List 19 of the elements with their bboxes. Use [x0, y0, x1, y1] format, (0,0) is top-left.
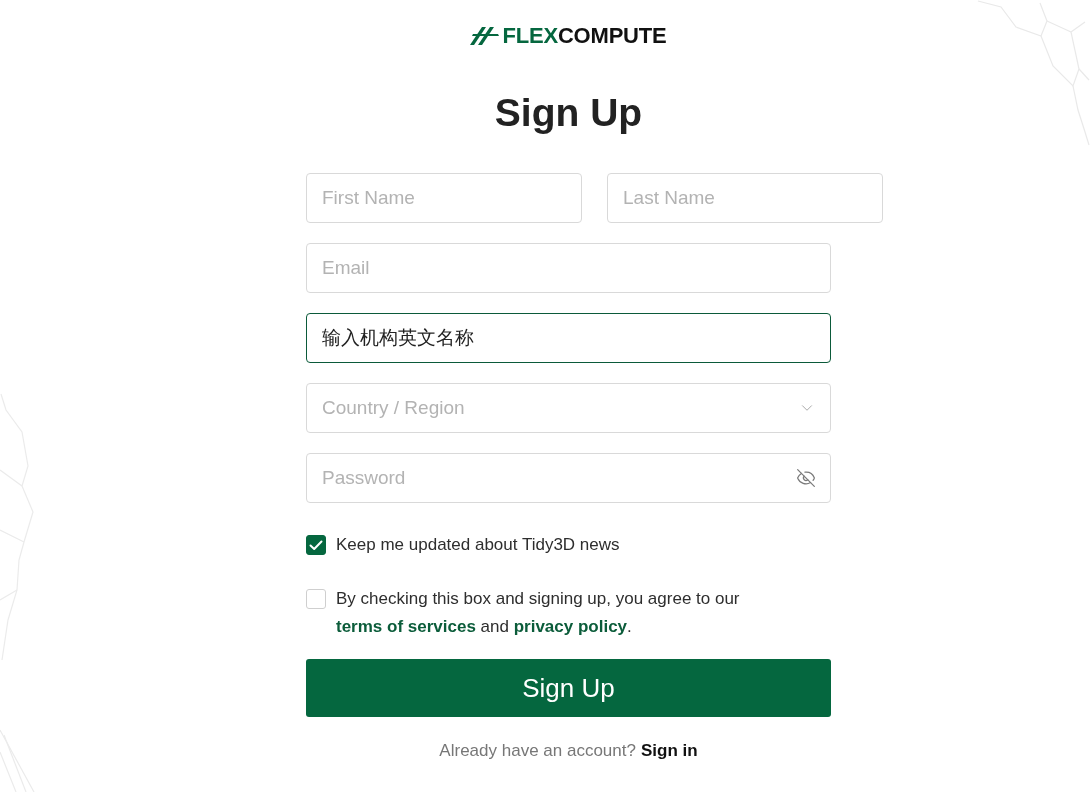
policy-link[interactable]: terms of services [336, 617, 476, 636]
checkbox-label: By checking this box and signing up, you agree to our terms of services and privacy policy. [336, 588, 741, 638]
policy-link[interactable]: privacy policy [513, 617, 628, 636]
sign-in-link[interactable]: Sign in [640, 739, 698, 763]
checkbox[interactable] [306, 535, 326, 555]
eye-off-icon[interactable] [796, 468, 816, 488]
sign-up-button[interactable]: Sign Up [306, 659, 831, 717]
input-field[interactable]: Email [306, 243, 831, 293]
checkmark-icon [309, 539, 323, 551]
checkbox-label: Keep me updated about Tidy3D news [336, 534, 621, 556]
password-field[interactable]: Password [306, 453, 831, 503]
slash-mark-icon [470, 26, 500, 46]
brand-name: FLEXCOMPUTE [502, 24, 667, 48]
input-field[interactable]: Last Name [607, 173, 883, 223]
input-field[interactable]: First Name [306, 173, 582, 223]
input-field[interactable]: 输入机构英文名称 [306, 313, 831, 363]
account-prompt-text: Already have an account? [439, 740, 636, 762]
page-title: Sign Up [494, 90, 643, 136]
dropdown-field[interactable]: Country / Region [306, 383, 831, 433]
